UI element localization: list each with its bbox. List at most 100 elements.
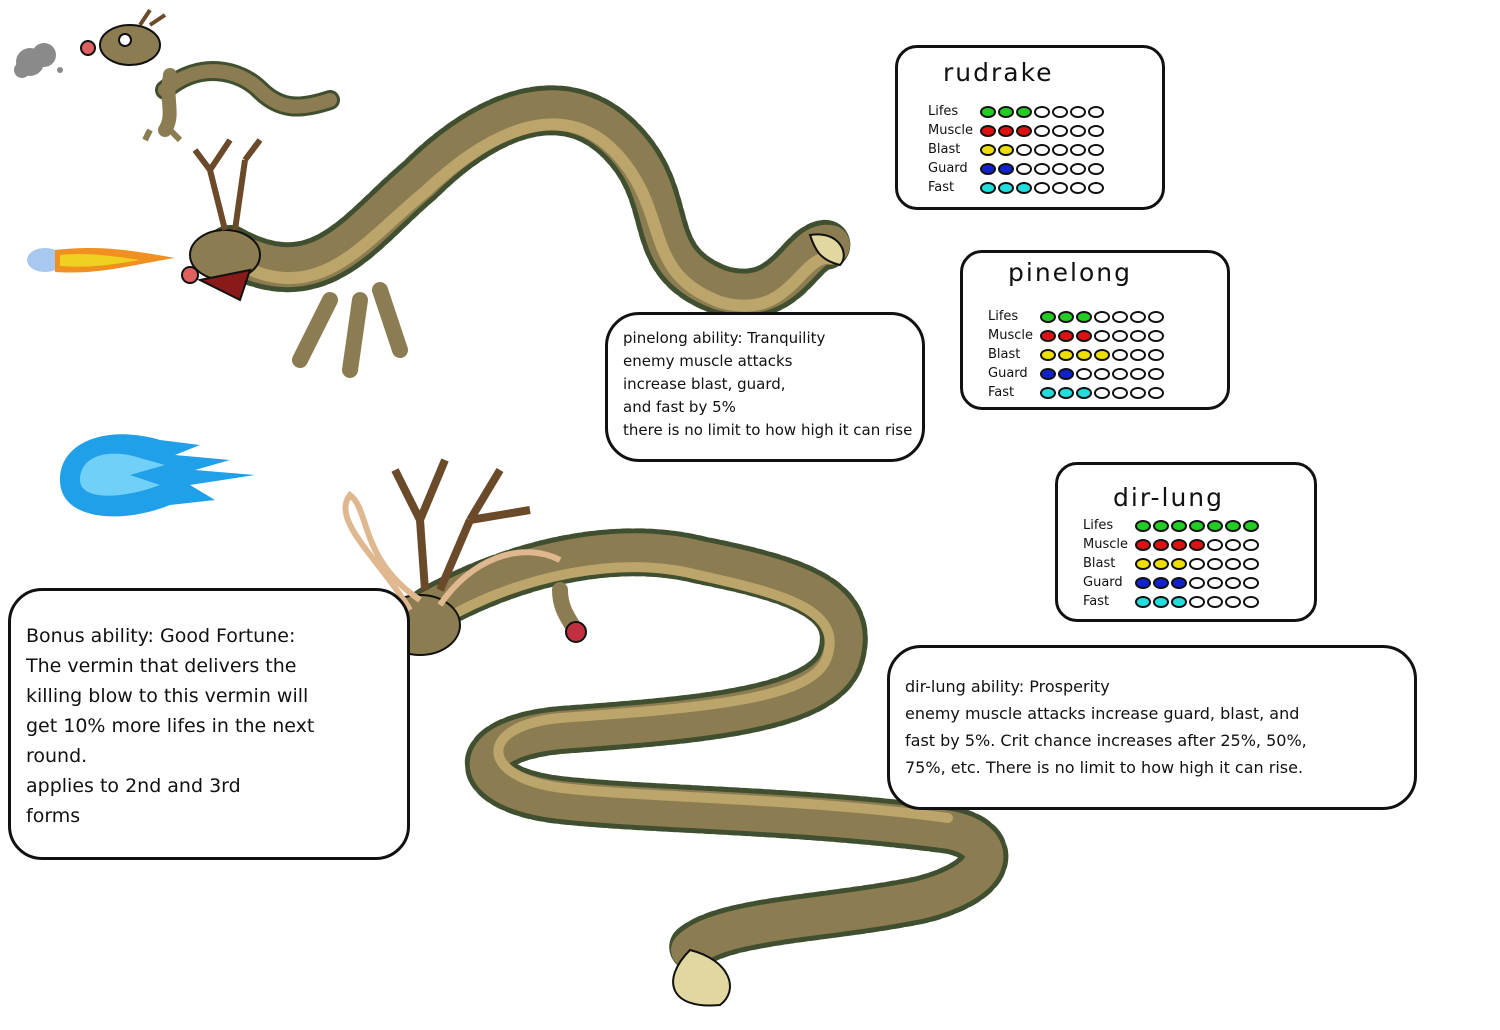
stat-pip-empty: [1094, 368, 1110, 380]
stat-pip-filled: [1058, 387, 1074, 399]
stat-pip-empty: [1070, 144, 1086, 156]
stat-pip-filled: [1040, 368, 1056, 380]
stat-pip-empty: [1070, 125, 1086, 137]
stat-row-fast: Fast: [988, 384, 1166, 402]
stat-label: Blast: [1083, 556, 1116, 571]
stat-pip-empty: [1243, 558, 1259, 570]
stat-label: Lifes: [988, 309, 1019, 324]
dir-lung-ability-text: dir-lung ability: Prosperity enemy muscl…: [905, 677, 1307, 777]
stat-label: Muscle: [928, 123, 973, 138]
stat-pip-filled: [1171, 558, 1187, 570]
stat-pip-empty: [1052, 163, 1068, 175]
stat-label: Guard: [928, 161, 968, 176]
stat-pip-empty: [1034, 144, 1050, 156]
stat-pip-empty: [1225, 558, 1241, 570]
stat-pip-empty: [1148, 349, 1164, 361]
stat-label: Fast: [928, 180, 955, 195]
stat-pip-empty: [1130, 349, 1146, 361]
stat-pip-filled: [1058, 311, 1074, 323]
stat-pip-empty: [1225, 577, 1241, 589]
stat-pip-empty: [1112, 349, 1128, 361]
stat-pip-empty: [1112, 330, 1128, 342]
stat-row-guard: Guard: [928, 160, 1106, 178]
stat-row-fast: Fast: [928, 179, 1106, 197]
stat-label: Guard: [1083, 575, 1123, 590]
stat-pip-filled: [980, 144, 996, 156]
stat-pip-empty: [1034, 163, 1050, 175]
stat-pip-empty: [1094, 387, 1110, 399]
stat-card-pinelong: pinelong Lifes Muscle Blast Guard Fast: [960, 250, 1230, 410]
stat-pip-empty: [1207, 596, 1223, 608]
stat-pip-empty: [1034, 125, 1050, 137]
stat-pip-empty: [1088, 144, 1104, 156]
card-title: pinelong: [1008, 258, 1132, 287]
stat-row-blast: Blast: [1083, 555, 1261, 573]
stat-pip-empty: [1189, 596, 1205, 608]
stat-pip-filled: [980, 125, 996, 137]
stat-pip-filled: [1171, 520, 1187, 532]
stat-pip-filled: [1016, 182, 1032, 194]
stat-pip-empty: [1034, 182, 1050, 194]
stat-pip-empty: [1148, 387, 1164, 399]
stat-pip-filled: [1153, 520, 1169, 532]
stat-pip-empty: [1112, 368, 1128, 380]
stat-pip-filled: [1153, 558, 1169, 570]
stat-pip-empty: [1076, 368, 1092, 380]
stat-pip-empty: [1052, 125, 1068, 137]
stat-pip-empty: [1130, 368, 1146, 380]
stat-pip-filled: [980, 106, 996, 118]
stat-pip-filled: [1171, 577, 1187, 589]
stat-pip-empty: [1034, 106, 1050, 118]
dir-lung-ability-bubble: dir-lung ability: Prosperity enemy muscl…: [887, 645, 1417, 810]
stat-pip-filled: [1171, 596, 1187, 608]
stat-row-blast: Blast: [928, 141, 1106, 159]
stat-label: Muscle: [1083, 537, 1128, 552]
stat-pip-filled: [998, 106, 1014, 118]
stat-pip-empty: [1112, 311, 1128, 323]
stat-pip-empty: [1148, 368, 1164, 380]
stat-pip-empty: [1148, 311, 1164, 323]
stat-pip-filled: [998, 125, 1014, 137]
stat-row-guard: Guard: [988, 365, 1166, 383]
stat-pip-filled: [1135, 577, 1151, 589]
stat-pip-empty: [1148, 330, 1164, 342]
stat-label: Lifes: [1083, 518, 1114, 533]
stat-pip-empty: [1088, 106, 1104, 118]
stat-pip-empty: [1225, 596, 1241, 608]
stat-row-lifes: Lifes: [1083, 517, 1261, 535]
pinelong-ability-text: pinelong ability: Tranquility enemy musc…: [623, 329, 913, 439]
stat-pip-filled: [1016, 106, 1032, 118]
stat-pip-filled: [1076, 349, 1092, 361]
stat-label: Fast: [1083, 594, 1110, 609]
stat-pip-filled: [1058, 349, 1074, 361]
stat-pip-empty: [1088, 182, 1104, 194]
stat-pip-empty: [1088, 163, 1104, 175]
stat-pip-empty: [1094, 330, 1110, 342]
stat-pip-filled: [980, 163, 996, 175]
stat-pip-empty: [1207, 577, 1223, 589]
stat-row-fast: Fast: [1083, 593, 1261, 611]
stat-pip-empty: [1070, 182, 1086, 194]
stat-pip-filled: [1094, 349, 1110, 361]
stat-pip-filled: [1058, 330, 1074, 342]
stat-pip-filled: [1076, 330, 1092, 342]
stat-pip-empty: [1243, 596, 1259, 608]
stat-pip-filled: [1040, 349, 1056, 361]
stat-pip-empty: [1016, 163, 1032, 175]
stat-row-guard: Guard: [1083, 574, 1261, 592]
stat-pip-empty: [1070, 106, 1086, 118]
stat-pip-filled: [1189, 520, 1205, 532]
stat-pip-filled: [1040, 387, 1056, 399]
stat-pip-empty: [1112, 387, 1128, 399]
stat-pip-empty: [1225, 539, 1241, 551]
stat-row-lifes: Lifes: [928, 103, 1106, 121]
stat-label: Blast: [988, 347, 1021, 362]
stat-pip-filled: [1016, 125, 1032, 137]
stat-label: Lifes: [928, 104, 959, 119]
pinelong-ability-bubble: pinelong ability: Tranquility enemy musc…: [605, 312, 925, 462]
stat-pip-empty: [1088, 125, 1104, 137]
stat-pip-filled: [1153, 596, 1169, 608]
stat-pip-empty: [1052, 182, 1068, 194]
bonus-ability-text: Bonus ability: Good Fortune: The vermin …: [26, 625, 315, 827]
stat-card-rudrake: rudrake Lifes Muscle Blast Guard Fast: [895, 45, 1165, 210]
